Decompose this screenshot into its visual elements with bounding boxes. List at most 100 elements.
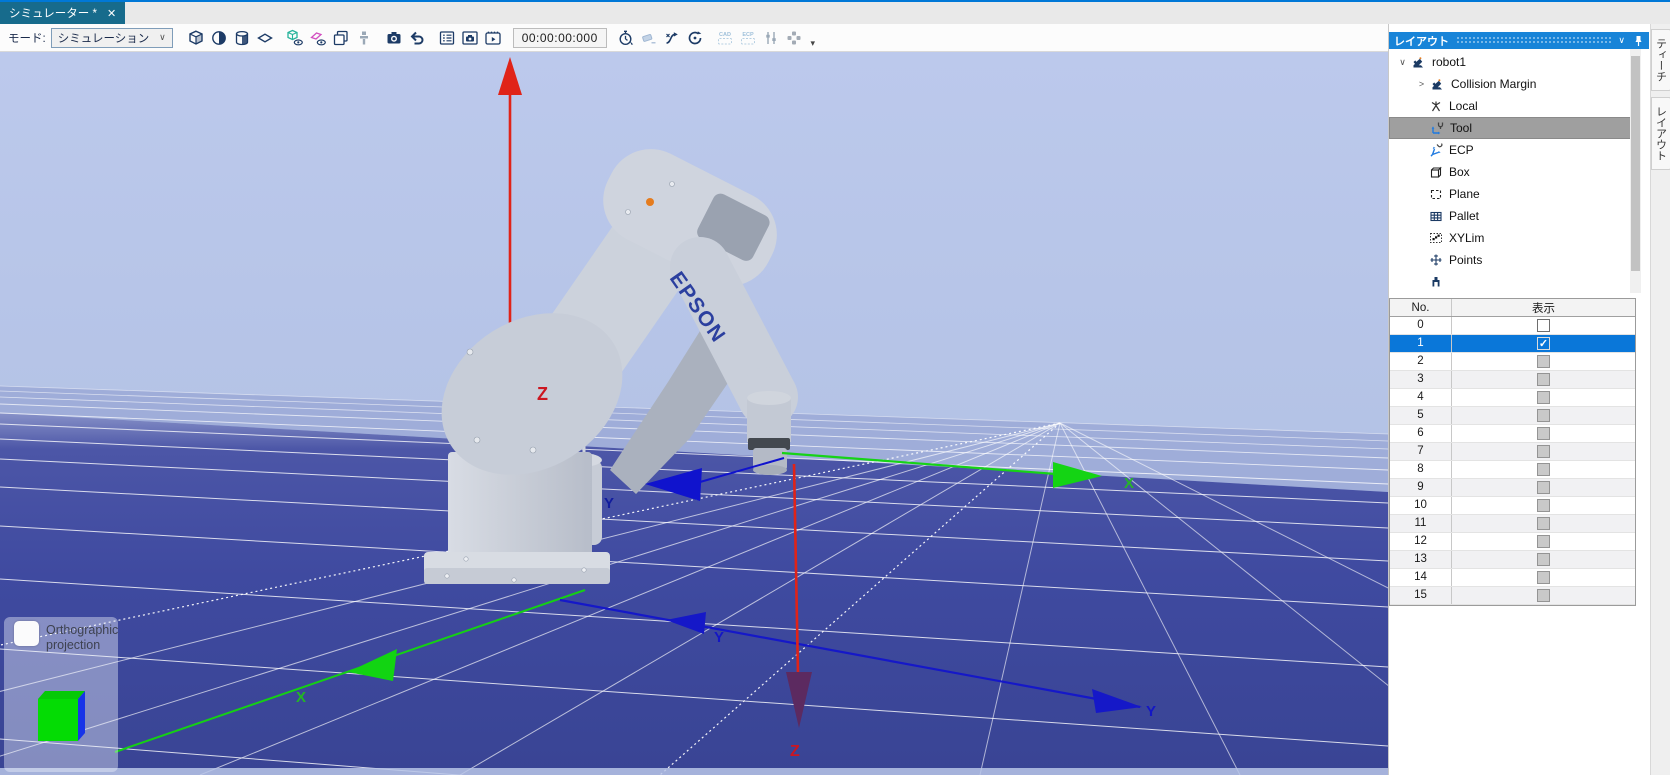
show-plane-visibility-button[interactable] bbox=[307, 26, 330, 50]
pin-icon[interactable] bbox=[1633, 35, 1644, 47]
viewport-3d[interactable]: EPSON Z bbox=[0, 52, 1388, 775]
column-no: No. bbox=[1390, 299, 1452, 316]
tree-item-collision-margin[interactable]: > Collision Margin bbox=[1389, 73, 1650, 95]
tree-item-hands[interactable] bbox=[1389, 271, 1650, 293]
visibility-checkbox[interactable] bbox=[1537, 571, 1550, 584]
cad-to-point-button: CAD bbox=[714, 26, 737, 50]
view-solid-button[interactable] bbox=[185, 26, 208, 50]
table-row[interactable]: 10 bbox=[1390, 497, 1635, 515]
layout-panel-header: レイアウト ∨ bbox=[1389, 32, 1649, 49]
stopwatch-icon bbox=[617, 29, 635, 47]
list-icon bbox=[438, 29, 456, 47]
side-tab-teach[interactable]: ティーチ bbox=[1651, 29, 1670, 91]
visibility-checkbox[interactable] bbox=[1537, 517, 1550, 530]
tab-simulator[interactable]: シミュレーター * ✕ bbox=[0, 2, 125, 24]
visibility-table: No. 表示 0 1✓ 2 3 4 5 6 7 8 9 10 11 12 13 … bbox=[1389, 298, 1636, 606]
table-row[interactable]: 11 bbox=[1390, 515, 1635, 533]
pallet-grid-icon bbox=[1427, 209, 1445, 223]
layout-tree: ∨ robot1 > Collision Margin Local Tool bbox=[1389, 49, 1650, 295]
visibility-checkbox[interactable] bbox=[1537, 373, 1550, 386]
ecp-axes-icon bbox=[1427, 143, 1445, 157]
tab-title: シミュレーター * bbox=[9, 5, 97, 21]
visibility-checkbox[interactable] bbox=[1537, 355, 1550, 368]
mode-dropdown[interactable]: シミュレーション ∨ bbox=[51, 28, 173, 48]
show-box-visibility-button[interactable] bbox=[284, 26, 307, 50]
table-row[interactable]: 3 bbox=[1390, 371, 1635, 389]
tree-item-robot1[interactable]: ∨ robot1 bbox=[1389, 51, 1650, 73]
table-row[interactable]: 6 bbox=[1390, 425, 1635, 443]
table-row[interactable]: 8 bbox=[1390, 461, 1635, 479]
table-row[interactable]: 7 bbox=[1390, 443, 1635, 461]
tree-scrollbar[interactable] bbox=[1630, 49, 1641, 293]
table-row[interactable]: 14 bbox=[1390, 569, 1635, 587]
table-row[interactable]: 9 bbox=[1390, 479, 1635, 497]
table-row[interactable]: 2 bbox=[1390, 353, 1635, 371]
orthographic-projection-toggle[interactable] bbox=[14, 621, 39, 646]
table-row[interactable]: 12 bbox=[1390, 533, 1635, 551]
visibility-checkbox[interactable] bbox=[1537, 463, 1550, 476]
chevron-down-icon: ∨ bbox=[159, 32, 166, 43]
axis-label-world-x: X bbox=[296, 689, 306, 706]
visibility-checkbox[interactable] bbox=[1537, 553, 1550, 566]
visibility-checkbox-checked[interactable]: ✓ bbox=[1537, 337, 1550, 350]
view-plane-button[interactable] bbox=[254, 26, 277, 50]
rotate-icon bbox=[686, 29, 704, 47]
plane-icon bbox=[1427, 187, 1445, 201]
record-video-button[interactable] bbox=[482, 26, 505, 50]
tree-item-xylim[interactable]: XYLim bbox=[1389, 227, 1650, 249]
chevron-down-icon[interactable]: ∨ bbox=[1618, 35, 1625, 46]
points-crosshair-icon bbox=[1427, 253, 1445, 267]
side-tab-layout[interactable]: レイアウト bbox=[1651, 97, 1670, 170]
dpad-icon bbox=[785, 29, 803, 47]
eraser-button bbox=[638, 26, 661, 50]
view-cylinder-button[interactable] bbox=[231, 26, 254, 50]
visibility-checkbox[interactable] bbox=[1537, 535, 1550, 548]
view-cube[interactable] bbox=[32, 689, 92, 753]
visibility-checkbox[interactable] bbox=[1537, 481, 1550, 494]
copy-object-button[interactable] bbox=[330, 26, 353, 50]
table-row[interactable]: 13 bbox=[1390, 551, 1635, 569]
scrollbar-thumb[interactable] bbox=[1631, 56, 1640, 271]
properties-list-button[interactable] bbox=[436, 26, 459, 50]
tree-item-plane[interactable]: Plane bbox=[1389, 183, 1650, 205]
table-row[interactable]: 0 bbox=[1390, 317, 1635, 335]
visibility-checkbox[interactable] bbox=[1537, 499, 1550, 512]
cad-icon: CAD bbox=[715, 29, 735, 47]
snapshot-button[interactable] bbox=[459, 26, 482, 50]
visibility-checkbox[interactable] bbox=[1537, 391, 1550, 404]
visibility-checkbox[interactable] bbox=[1537, 409, 1550, 422]
tree-item-tool[interactable]: Tool bbox=[1389, 117, 1637, 139]
side-tab-strip: ティーチ レイアウト bbox=[1650, 24, 1670, 775]
table-row-selected[interactable]: 1✓ bbox=[1390, 335, 1635, 353]
close-icon[interactable]: ✕ bbox=[107, 7, 116, 20]
undo-button[interactable] bbox=[406, 26, 429, 50]
expander-icon[interactable]: > bbox=[1414, 79, 1429, 89]
mode-label: モード: bbox=[8, 30, 46, 46]
floor-edge bbox=[0, 768, 1388, 775]
visibility-checkbox[interactable] bbox=[1537, 445, 1550, 458]
table-row[interactable]: 15 bbox=[1390, 587, 1635, 605]
robot-led bbox=[646, 198, 654, 206]
motion-path-button[interactable] bbox=[661, 26, 684, 50]
view-sphere-button[interactable] bbox=[208, 26, 231, 50]
expander-icon[interactable]: ∨ bbox=[1395, 57, 1410, 68]
table-row[interactable]: 4 bbox=[1390, 389, 1635, 407]
tree-item-points[interactable]: Points bbox=[1389, 249, 1650, 271]
rotate-view-button[interactable] bbox=[684, 26, 707, 50]
tree-item-box[interactable]: Box bbox=[1389, 161, 1650, 183]
table-row[interactable]: 5 bbox=[1390, 407, 1635, 425]
visibility-checkbox[interactable] bbox=[1537, 427, 1550, 440]
toolbar-overflow-chevron[interactable]: ▾ bbox=[806, 38, 820, 51]
visibility-checkbox[interactable] bbox=[1537, 319, 1550, 332]
camera-button[interactable] bbox=[383, 26, 406, 50]
simulation-timer: 00:00:00:000 bbox=[513, 28, 607, 48]
axis-label-tool-y: Y bbox=[604, 495, 614, 512]
tree-item-local[interactable]: Local bbox=[1389, 95, 1650, 117]
visibility-checkbox[interactable] bbox=[1537, 589, 1550, 602]
stopwatch-button[interactable] bbox=[615, 26, 638, 50]
document-tab-bar: シミュレーター * ✕ bbox=[0, 2, 1670, 24]
tree-item-pallet[interactable]: Pallet bbox=[1389, 205, 1650, 227]
motion-path-icon bbox=[663, 29, 681, 47]
tree-item-ecp[interactable]: ECP bbox=[1389, 139, 1650, 161]
camera-icon bbox=[385, 29, 403, 47]
